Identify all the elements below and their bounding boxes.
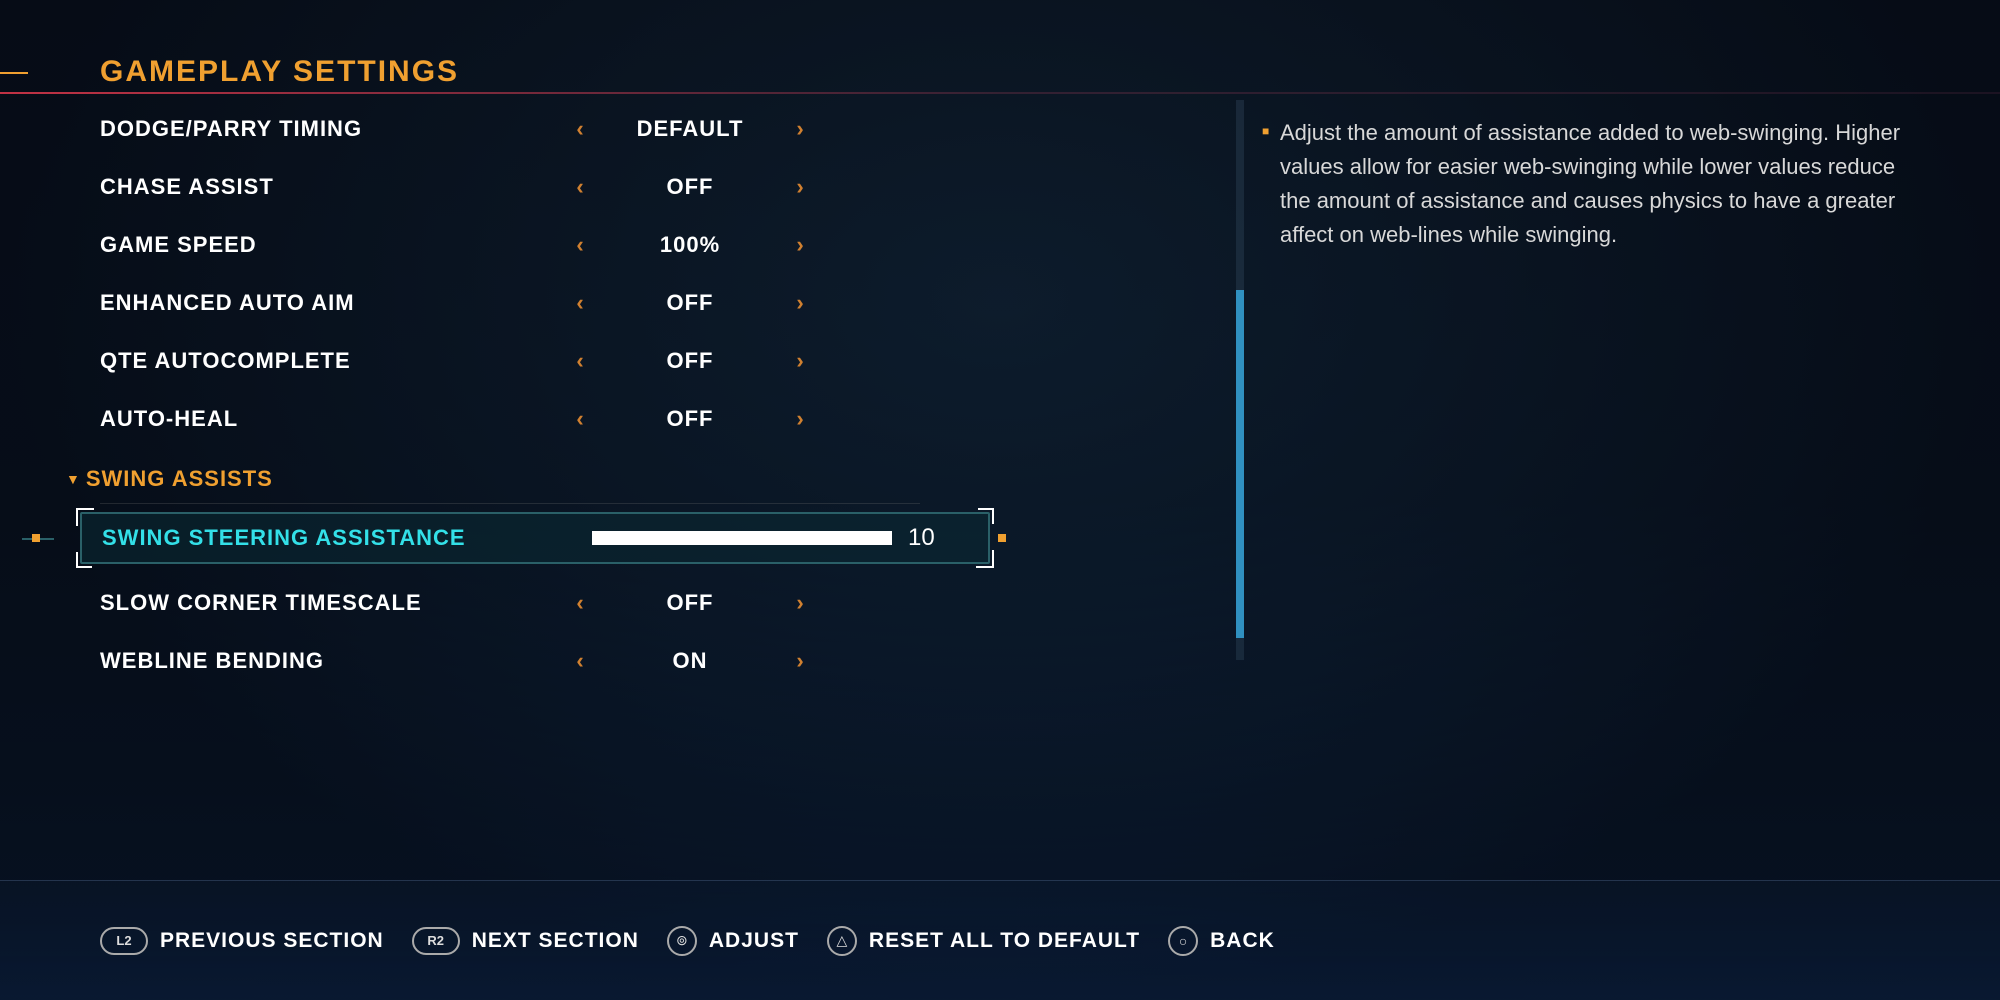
footer-label: NEXT SECTION xyxy=(472,929,639,953)
slider-value: 10 xyxy=(908,524,935,552)
footer-label: RESET ALL TO DEFAULT xyxy=(869,929,1140,953)
chevron-right-icon[interactable]: › xyxy=(780,590,820,616)
chevron-down-icon: ▼ xyxy=(66,471,80,487)
chevron-left-icon[interactable]: ‹ xyxy=(560,590,600,616)
scrollbar-thumb[interactable] xyxy=(1236,290,1244,637)
option-label: GAME SPEED xyxy=(100,232,560,258)
chevron-right-icon[interactable]: › xyxy=(780,116,820,142)
option-row[interactable]: GAME SPEED‹100%› xyxy=(100,216,920,274)
option-label: CHASE ASSIST xyxy=(100,174,560,200)
option-value: ON xyxy=(600,648,780,674)
option-row[interactable]: DODGE/PARRY TIMING‹DEFAULT› xyxy=(100,100,920,158)
footer-label: ADJUST xyxy=(709,929,799,953)
post-option-row[interactable]: WEBLINE BENDING‹ON› xyxy=(100,632,920,690)
option-label: AUTO-HEAL xyxy=(100,406,560,432)
slider-track[interactable] xyxy=(592,531,892,545)
footer-label: PREVIOUS SECTION xyxy=(160,929,384,953)
reset-button[interactable]: △ RESET ALL TO DEFAULT xyxy=(827,926,1140,956)
bullet-icon: ■ xyxy=(1262,124,1269,138)
category-label: SWING ASSISTS xyxy=(86,466,273,492)
option-label: WEBLINE BENDING xyxy=(100,648,560,674)
option-value: OFF xyxy=(600,348,780,374)
option-row[interactable]: AUTO-HEAL‹OFF› xyxy=(100,390,920,448)
header-accent xyxy=(0,72,28,74)
option-label: ENHANCED AUTO AIM xyxy=(100,290,560,316)
chevron-left-icon[interactable]: ‹ xyxy=(560,174,600,200)
r2-icon: R2 xyxy=(412,927,460,955)
footer-bar: L2 PREVIOUS SECTION R2 NEXT SECTION ⊚ AD… xyxy=(0,880,2000,1000)
option-value: OFF xyxy=(600,406,780,432)
option-value: OFF xyxy=(600,590,780,616)
option-value: OFF xyxy=(600,290,780,316)
chevron-left-icon[interactable]: ‹ xyxy=(560,406,600,432)
category-swing-assists[interactable]: ▼SWING ASSISTS xyxy=(100,454,920,504)
chevron-left-icon[interactable]: ‹ xyxy=(560,116,600,142)
option-row[interactable]: ENHANCED AUTO AIM‹OFF› xyxy=(100,274,920,332)
chevron-right-icon[interactable]: › xyxy=(780,648,820,674)
option-label: SLOW CORNER TIMESCALE xyxy=(100,590,560,616)
option-value: OFF xyxy=(600,174,780,200)
header-divider xyxy=(0,92,2000,94)
back-button[interactable]: ○ BACK xyxy=(1168,926,1275,956)
page-title: GAMEPLAY SETTINGS xyxy=(100,55,2000,89)
option-row[interactable]: CHASE ASSIST‹OFF› xyxy=(100,158,920,216)
option-label: QTE AUTOCOMPLETE xyxy=(100,348,560,374)
option-row[interactable]: QTE AUTOCOMPLETE‹OFF› xyxy=(100,332,920,390)
option-label: DODGE/PARRY TIMING xyxy=(100,116,560,142)
stick-icon: ⊚ xyxy=(667,926,697,956)
chevron-right-icon[interactable]: › xyxy=(780,406,820,432)
chevron-left-icon[interactable]: ‹ xyxy=(560,348,600,374)
swing-steering-assistance-row[interactable]: SWING STEERING ASSISTANCE 10 xyxy=(80,512,990,564)
chevron-left-icon[interactable]: ‹ xyxy=(560,290,600,316)
scrollbar-track[interactable] xyxy=(1236,100,1244,660)
previous-section-button[interactable]: L2 PREVIOUS SECTION xyxy=(100,927,384,955)
next-section-button[interactable]: R2 NEXT SECTION xyxy=(412,927,639,955)
triangle-icon: △ xyxy=(827,926,857,956)
option-value: DEFAULT xyxy=(600,116,780,142)
chevron-left-icon[interactable]: ‹ xyxy=(560,232,600,258)
option-value: 100% xyxy=(600,232,780,258)
post-option-row[interactable]: SLOW CORNER TIMESCALE‹OFF› xyxy=(100,574,920,632)
chevron-right-icon[interactable]: › xyxy=(780,232,820,258)
adjust-button[interactable]: ⊚ ADJUST xyxy=(667,926,799,956)
description-text: Adjust the amount of assistance added to… xyxy=(1280,116,1920,252)
chevron-right-icon[interactable]: › xyxy=(780,348,820,374)
chevron-right-icon[interactable]: › xyxy=(780,290,820,316)
chevron-right-icon[interactable]: › xyxy=(780,174,820,200)
settings-list: DODGE/PARRY TIMING‹DEFAULT›CHASE ASSIST‹… xyxy=(100,100,920,660)
chevron-left-icon[interactable]: ‹ xyxy=(560,648,600,674)
footer-label: BACK xyxy=(1210,929,1275,953)
l2-icon: L2 xyxy=(100,927,148,955)
description-panel: ■ Adjust the amount of assistance added … xyxy=(1280,116,1920,252)
option-label: SWING STEERING ASSISTANCE xyxy=(102,525,592,551)
circle-icon: ○ xyxy=(1168,926,1198,956)
